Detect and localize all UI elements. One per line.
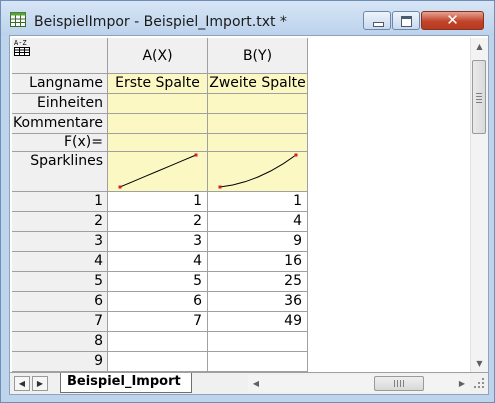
- close-icon: ✕: [446, 11, 459, 29]
- units-cell-b[interactable]: [208, 94, 308, 114]
- worksheet-grid: A-Z A(X) B(Y) Langname Einheiten Komment…: [12, 38, 470, 372]
- data-cell-b[interactable]: 4: [208, 212, 308, 232]
- row-label-sparklines[interactable]: Sparklines: [12, 152, 108, 192]
- data-cell-a[interactable]: 5: [108, 272, 208, 292]
- grip-line: [400, 380, 401, 387]
- vertical-scrollbar[interactable]: ▲ ▼: [470, 38, 488, 372]
- data-cell-a[interactable]: 1: [108, 192, 208, 212]
- sparkline-endpoint: [218, 185, 222, 189]
- worksheet-window: BeispielImpor - Beispiel_Import.txt * ✕ …: [0, 0, 495, 403]
- horizontal-scrollbar[interactable]: ◀ ▶: [248, 375, 470, 392]
- grip-line: [476, 93, 482, 94]
- sparkline-cell-b[interactable]: [208, 152, 308, 192]
- sparkline-b: [218, 153, 298, 189]
- grip-line: [476, 99, 482, 100]
- maximize-button[interactable]: [392, 11, 420, 30]
- row-number[interactable]: 4: [12, 252, 108, 272]
- data-cell-a[interactable]: [108, 352, 208, 372]
- long-name-cell-b[interactable]: Zweite Spalte: [208, 74, 308, 94]
- data-cell-b[interactable]: 25: [208, 272, 308, 292]
- scroll-down-icon[interactable]: ▼: [471, 355, 488, 372]
- corner-label: A-Z: [14, 39, 27, 47]
- next-sheet-icon[interactable]: ▶: [32, 376, 48, 391]
- sparkline-endpoint: [194, 153, 198, 157]
- row-number[interactable]: 2: [12, 212, 108, 232]
- vertical-scroll-thumb[interactable]: [472, 60, 486, 134]
- data-cell-a[interactable]: 7: [108, 312, 208, 332]
- row-label-fx[interactable]: F(x)=: [12, 134, 108, 152]
- row-number[interactable]: 1: [12, 192, 108, 212]
- row-label-einheiten[interactable]: Einheiten: [12, 94, 108, 114]
- data-cell-b[interactable]: [208, 332, 308, 352]
- row-label-kommentare[interactable]: Kommentare: [12, 114, 108, 134]
- sort-az-icon: A-Z: [14, 40, 31, 57]
- row-number[interactable]: 9: [12, 352, 108, 372]
- data-cell-b[interactable]: [208, 352, 308, 372]
- row-number[interactable]: 3: [12, 232, 108, 252]
- data-cell-a[interactable]: 4: [108, 252, 208, 272]
- minimize-button[interactable]: [363, 11, 391, 30]
- title-bar[interactable]: BeispielImpor - Beispiel_Import.txt * ✕: [1, 1, 494, 35]
- sparkline-path: [119, 154, 197, 188]
- data-cell-a[interactable]: 2: [108, 212, 208, 232]
- sheet-tab-beispiel-import[interactable]: Beispiel_Import: [60, 373, 192, 393]
- grip-line: [476, 102, 482, 103]
- sparkline-cell-a[interactable]: [108, 152, 208, 192]
- data-cell-b[interactable]: 36: [208, 292, 308, 312]
- window-title: BeispielImpor - Beispiel_Import.txt *: [34, 14, 287, 30]
- grip-line: [476, 96, 482, 97]
- data-cell-a[interactable]: 3: [108, 232, 208, 252]
- close-button[interactable]: ✕: [421, 11, 484, 30]
- scroll-left-icon[interactable]: ◀: [248, 375, 264, 392]
- select-all-corner[interactable]: A-Z: [12, 38, 108, 74]
- minimize-icon: [373, 22, 384, 27]
- row-number[interactable]: 8: [12, 332, 108, 352]
- sparkline-path: [219, 154, 297, 188]
- data-cell-b[interactable]: 16: [208, 252, 308, 272]
- column-header-b[interactable]: B(Y): [208, 38, 308, 74]
- data-cell-a[interactable]: [108, 332, 208, 352]
- long-name-cell-a[interactable]: Erste Spalte: [108, 74, 208, 94]
- row-number[interactable]: 7: [12, 312, 108, 332]
- units-cell-a[interactable]: [108, 94, 208, 114]
- sparkline-endpoint: [294, 153, 298, 157]
- row-number[interactable]: 6: [12, 292, 108, 312]
- row-label-langname[interactable]: Langname: [12, 74, 108, 94]
- sheet-tab-bar: ◀ ▶ Beispiel_Import ◀ ▶: [10, 372, 488, 394]
- comments-cell-b[interactable]: [208, 114, 308, 134]
- sparkline-endpoint: [118, 185, 122, 189]
- data-cell-b[interactable]: 1: [208, 192, 308, 212]
- column-header-a[interactable]: A(X): [108, 38, 208, 74]
- previous-sheet-icon[interactable]: ◀: [14, 376, 30, 391]
- grip-line: [397, 380, 398, 387]
- scroll-up-icon[interactable]: ▲: [471, 38, 488, 55]
- scroll-right-icon[interactable]: ▶: [454, 375, 470, 392]
- grip-line: [403, 380, 404, 387]
- worksheet-content: A-Z A(X) B(Y) Langname Einheiten Komment…: [9, 35, 489, 395]
- data-cell-b[interactable]: 9: [208, 232, 308, 252]
- row-number[interactable]: 5: [12, 272, 108, 292]
- comments-cell-a[interactable]: [108, 114, 208, 134]
- data-cell-b[interactable]: 49: [208, 312, 308, 332]
- sparkline-a: [118, 153, 198, 189]
- table-glyph-icon: [14, 47, 30, 56]
- formula-cell-a[interactable]: [108, 134, 208, 152]
- data-cell-a[interactable]: 6: [108, 292, 208, 312]
- maximize-icon: [401, 16, 412, 27]
- horizontal-scroll-thumb[interactable]: [374, 376, 424, 391]
- resize-grip-icon[interactable]: [471, 375, 488, 392]
- formula-cell-b[interactable]: [208, 134, 308, 152]
- grip-line: [394, 380, 395, 387]
- worksheet-icon: [10, 12, 26, 27]
